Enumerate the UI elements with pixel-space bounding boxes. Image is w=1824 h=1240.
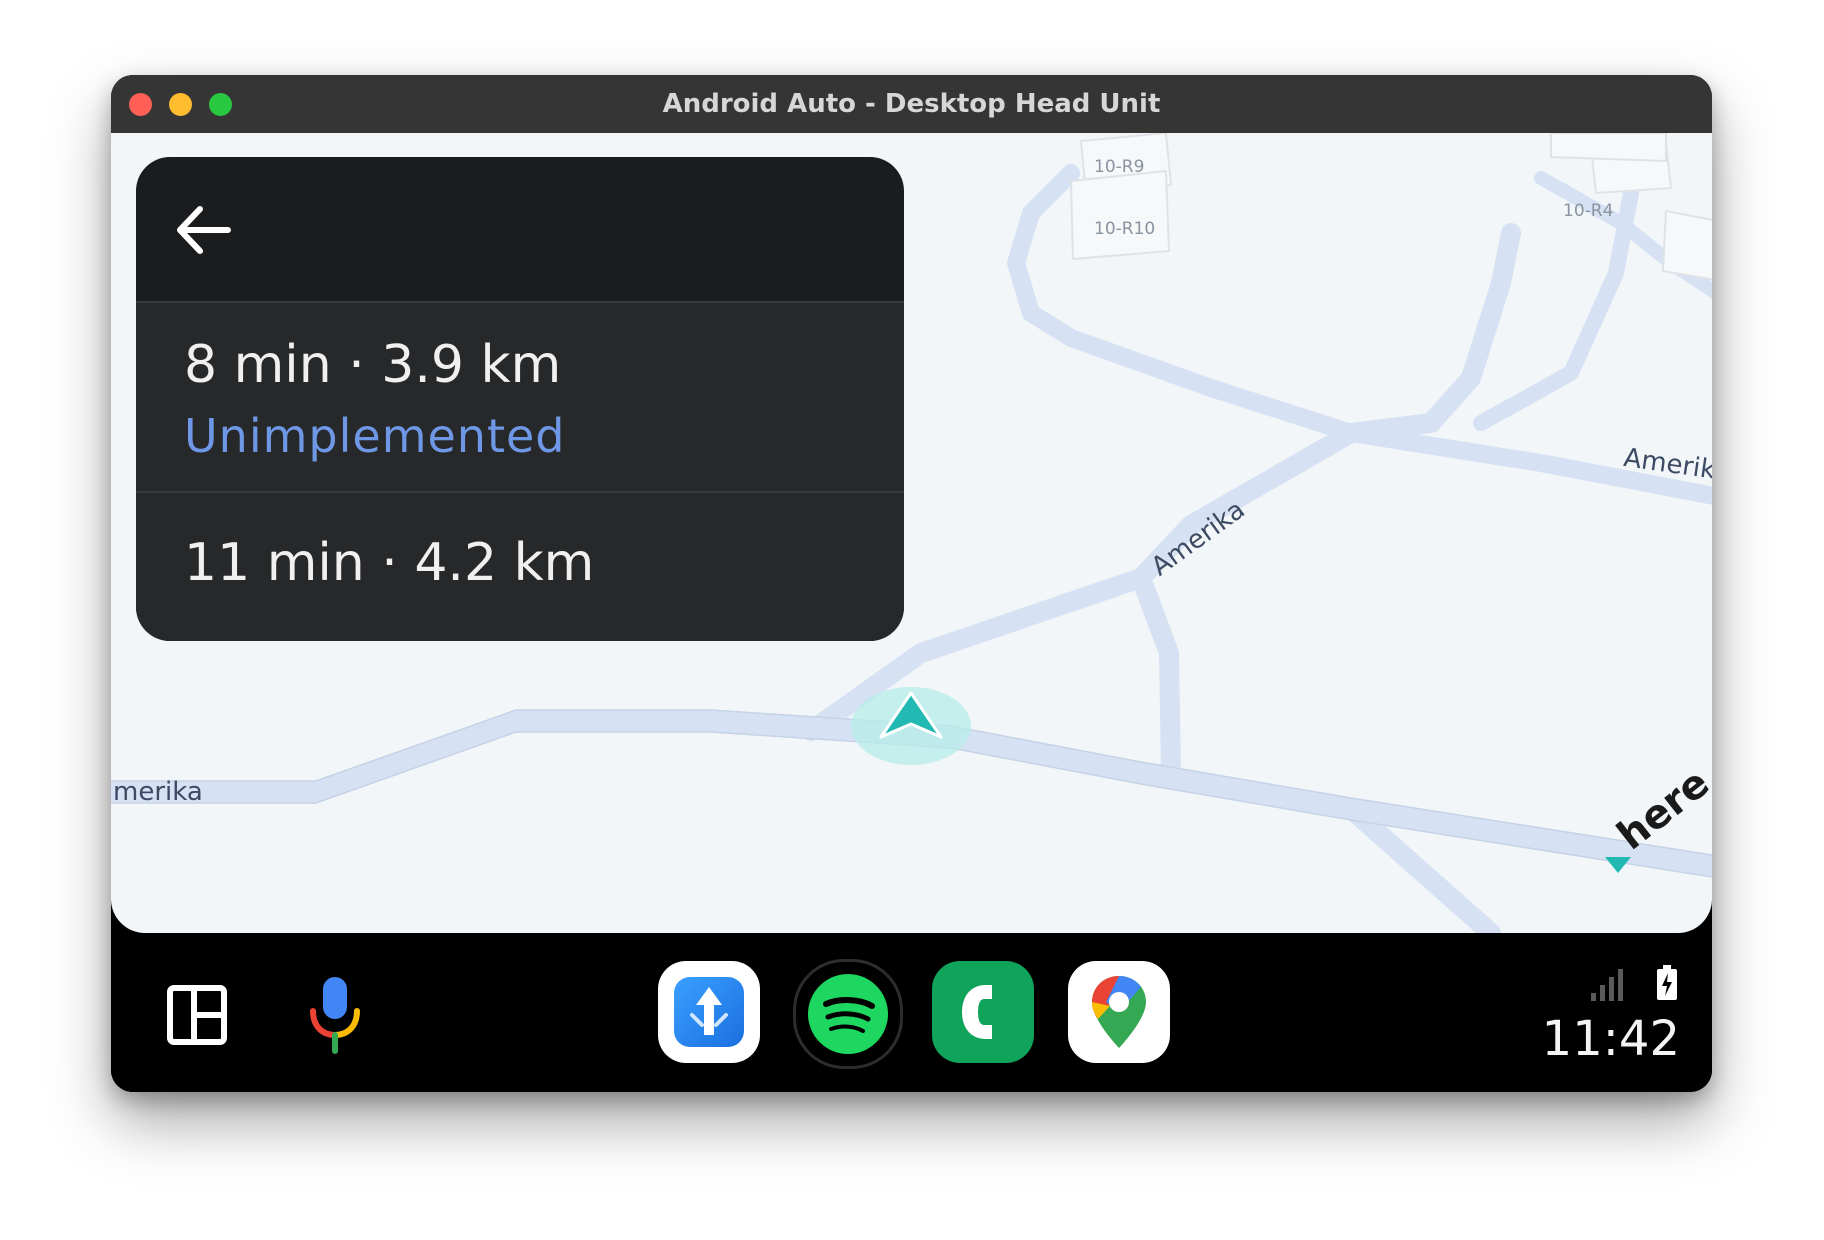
route-summary: 8 min · 3.9 km	[184, 335, 562, 395]
road-label-left: merika	[113, 777, 203, 807]
dashboard-icon	[167, 985, 227, 1045]
cell-signal-icon	[1591, 969, 1623, 1001]
voice-assistant-button[interactable]	[307, 975, 363, 1055]
spotify-app-button[interactable]	[793, 959, 903, 1069]
google-maps-icon	[1092, 976, 1146, 1048]
signal-status	[1589, 967, 1625, 1001]
spotify-icon	[808, 974, 888, 1054]
title-bar: Android Auto - Desktop Head Unit	[111, 75, 1712, 134]
route-option-1[interactable]: 8 min · 3.9 km Unimplemented	[136, 303, 904, 491]
head-unit-screen: merika Amerika Amerik 10-R9 10-R10 10-R4…	[111, 133, 1712, 1092]
route-summary: 11 min · 4.2 km	[184, 533, 595, 593]
building-label: 10-R9	[1094, 157, 1145, 177]
route-option-2[interactable]: 11 min · 4.2 km	[136, 493, 904, 641]
back-button[interactable]	[168, 195, 238, 265]
google-maps-app-button[interactable]	[1068, 961, 1170, 1063]
phone-app-button[interactable]	[932, 961, 1034, 1063]
route-note: Unimplemented	[184, 409, 566, 463]
phone-icon	[962, 985, 992, 1039]
battery-charging-icon	[1657, 965, 1677, 1000]
map-view[interactable]: merika Amerika Amerik 10-R9 10-R10 10-R4…	[111, 133, 1712, 933]
arrow-back-icon	[177, 206, 231, 254]
microphone-icon	[310, 977, 360, 1054]
bottom-dock: 11:42	[111, 933, 1712, 1092]
battery-status	[1656, 965, 1678, 1001]
navigation-app-icon	[674, 977, 744, 1047]
dashboard-button[interactable]	[167, 985, 227, 1045]
card-header	[136, 157, 904, 301]
building-label: 10-R10	[1094, 219, 1156, 239]
dhu-window: Android Auto - Desktop Head Unit merika …	[111, 75, 1712, 1092]
building-label: 10-R4	[1563, 201, 1614, 221]
route-options-card: 8 min · 3.9 km Unimplemented 11 min · 4.…	[136, 157, 904, 641]
navigation-app-button[interactable]	[658, 961, 760, 1063]
window-title: Android Auto - Desktop Head Unit	[662, 89, 1161, 119]
clock: 11:42	[1541, 1011, 1680, 1067]
here-logo-mark-icon	[1605, 857, 1631, 873]
